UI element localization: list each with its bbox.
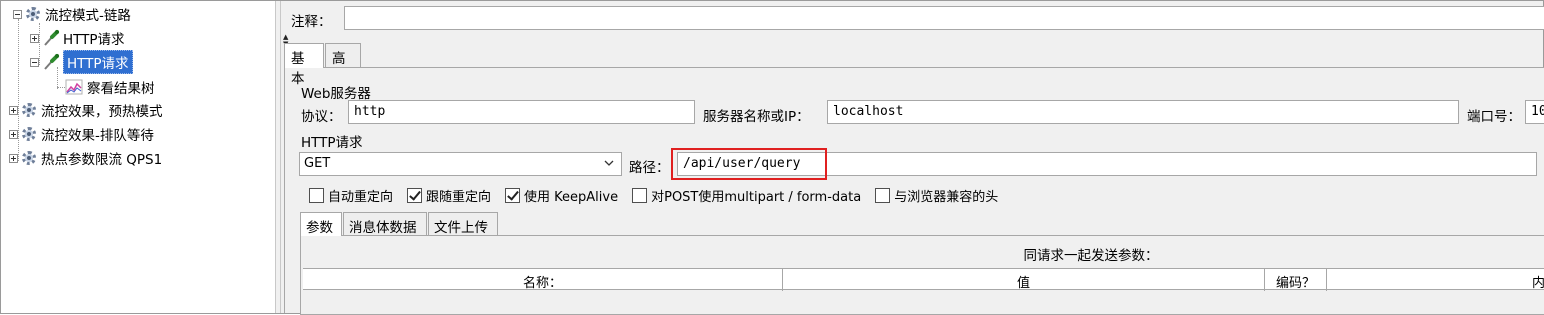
tree-item-label: 热点参数限流 QPS1 [41,152,163,168]
pipette-icon [44,54,59,70]
comment-label: 注释： [291,14,332,30]
tab-file-upload[interactable]: 文件上传 [428,212,498,236]
tree-item-http-request-2[interactable]: HTTP请求 [30,50,133,74]
auto-redirect-label: 自动重定向 [328,190,394,205]
expand-icon[interactable] [30,33,39,43]
auto-redirect-checkbox[interactable] [309,188,324,203]
test-plan-tree[interactable]: 流控模式-链路 HTTP请求 HTTP请求 察看结果树 流控效果，预热模式 流控… [1,1,275,313]
port-input[interactable]: 10 [1525,100,1544,124]
parameters-caption: 同请求一起发送参数： [1023,248,1159,264]
keepalive-label: 使用 KeepAlive [524,190,619,205]
method-select[interactable]: GET [299,152,622,176]
follow-redirect-checkbox[interactable] [407,188,423,203]
server-name-label: 服务器名称或IP： [703,109,810,125]
tab-parameters[interactable]: 参数 [300,212,342,236]
follow-redirect-label: 跟随重定向 [426,190,492,205]
gear-icon [25,6,41,22]
gear-icon [21,126,37,142]
comment-input[interactable] [344,6,1544,30]
browser-headers-label: 与浏览器兼容的头 [894,190,999,205]
tree-item-label: 察看结果树 [87,81,155,97]
tab-advanced[interactable]: 高级 [325,43,361,87]
tree-item-hot-param[interactable]: 热点参数限流 QPS1 [9,147,162,169]
tree-item-flow-mode-chain[interactable]: 流控模式-链路 [13,3,131,25]
server-name-input[interactable]: localhost [827,100,1459,124]
port-label: 端口号： [1467,109,1521,125]
path-highlight-box [671,148,827,180]
tree-item-label: 流控效果，预热模式 [41,104,163,120]
column-header-content-type[interactable]: 内 [1327,269,1544,291]
chart-icon [65,79,83,95]
tree-item-view-results-tree[interactable]: 察看结果树 [65,76,155,98]
path-label: 路径： [629,160,670,176]
tree-item-http-request-1[interactable]: HTTP请求 [30,27,125,49]
tree-item-label: HTTP请求 [63,32,125,48]
tree-item-label: 流控模式-链路 [45,8,131,24]
sampler-editor: 注释： ▲▼ 基本 高级 Web服务器 协议： http 服务器名称或IP： l… [281,1,1544,315]
expand-icon[interactable] [9,153,18,163]
parameters-panel: 同请求一起发送参数： 名称： 值 编码？ 内 [300,235,1544,315]
tree-item-label: 流控效果-排队等待 [41,128,154,144]
tree-item-warmup[interactable]: 流控效果，预热模式 [9,99,163,121]
column-header-encode[interactable]: 编码？ [1265,269,1327,291]
tab-basic[interactable]: 基本 [284,43,324,87]
column-header-name[interactable]: 名称： [303,269,783,291]
tree-item-label-selected: HTTP请求 [63,50,133,74]
multipart-label: 对POST使用multipart / form-data [651,190,862,205]
protocol-label: 协议： [301,109,342,125]
method-value: GET [304,156,331,171]
collapse-icon[interactable] [30,57,39,67]
collapse-icon[interactable] [13,9,22,19]
tab-body-data[interactable]: 消息体数据 [343,212,427,236]
protocol-input[interactable]: http [348,100,695,124]
browser-headers-checkbox[interactable] [875,188,891,203]
expand-icon[interactable] [9,129,18,139]
tree-item-queue[interactable]: 流控效果-排队等待 [9,123,154,145]
options-row: 自动重定向 跟随重定向 使用 KeepAlive 对POST使用multipar… [309,186,1012,205]
gear-icon [21,102,37,118]
gear-icon [21,150,37,166]
web-server-title: Web服务器 [301,86,371,102]
keepalive-checkbox[interactable] [505,188,521,203]
pipette-icon [44,30,59,46]
chevron-down-icon [604,160,614,166]
parameters-table-header: 名称： 值 编码？ 内 [303,268,1544,291]
http-request-title: HTTP请求 [301,135,363,151]
expand-icon[interactable] [9,105,18,115]
column-header-value[interactable]: 值 [783,269,1265,291]
multipart-checkbox[interactable] [632,188,648,203]
basic-tab-content: Web服务器 协议： http 服务器名称或IP： localhost 端口号：… [284,67,1544,315]
